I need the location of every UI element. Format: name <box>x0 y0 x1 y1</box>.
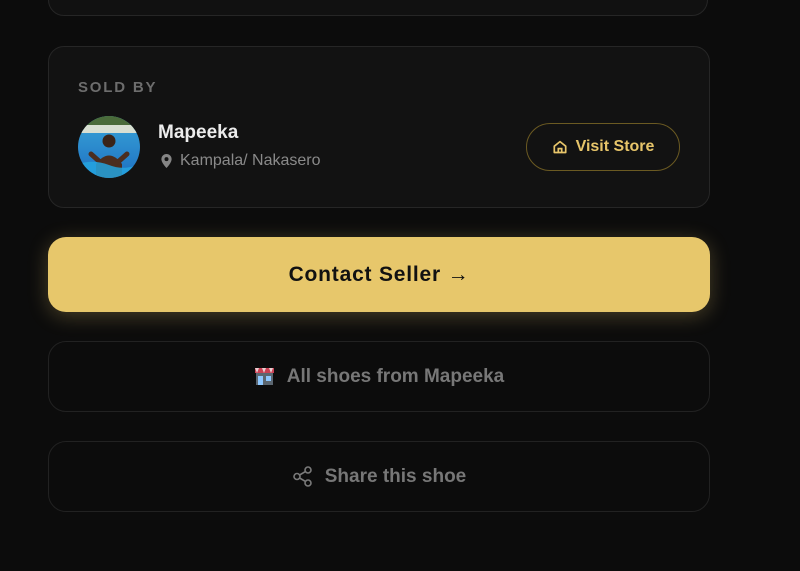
contact-seller-button[interactable]: Contact Seller → <box>48 237 710 312</box>
all-shoes-label: All shoes from Mapeeka <box>286 365 505 387</box>
seller-avatar[interactable] <box>78 116 140 178</box>
share-shoe-label: Share this shoe <box>324 465 467 487</box>
seller-location: Kampala/ Nakasero <box>160 152 321 170</box>
all-shoes-button[interactable]: All shoes from Mapeeka <box>48 341 710 412</box>
home-icon <box>552 139 568 155</box>
map-pin-icon <box>160 153 173 169</box>
share-icon <box>292 466 313 487</box>
share-shoe-button[interactable]: Share this shoe <box>48 441 710 512</box>
previous-card <box>48 0 708 16</box>
visit-store-label: Visit Store <box>575 138 655 155</box>
seller-section: SOLD BY Mapeeka Kampala/ Nakasero Visit … <box>0 0 800 571</box>
visit-store-button[interactable]: Visit Store <box>526 123 680 171</box>
store-icon <box>254 367 275 386</box>
sold-by-label: SOLD BY <box>78 79 158 96</box>
seller-card: SOLD BY Mapeeka Kampala/ Nakasero Visit … <box>48 46 710 208</box>
avatar-image <box>78 116 140 178</box>
seller-name[interactable]: Mapeeka <box>158 122 238 144</box>
seller-location-text: Kampala/ Nakasero <box>180 152 321 169</box>
